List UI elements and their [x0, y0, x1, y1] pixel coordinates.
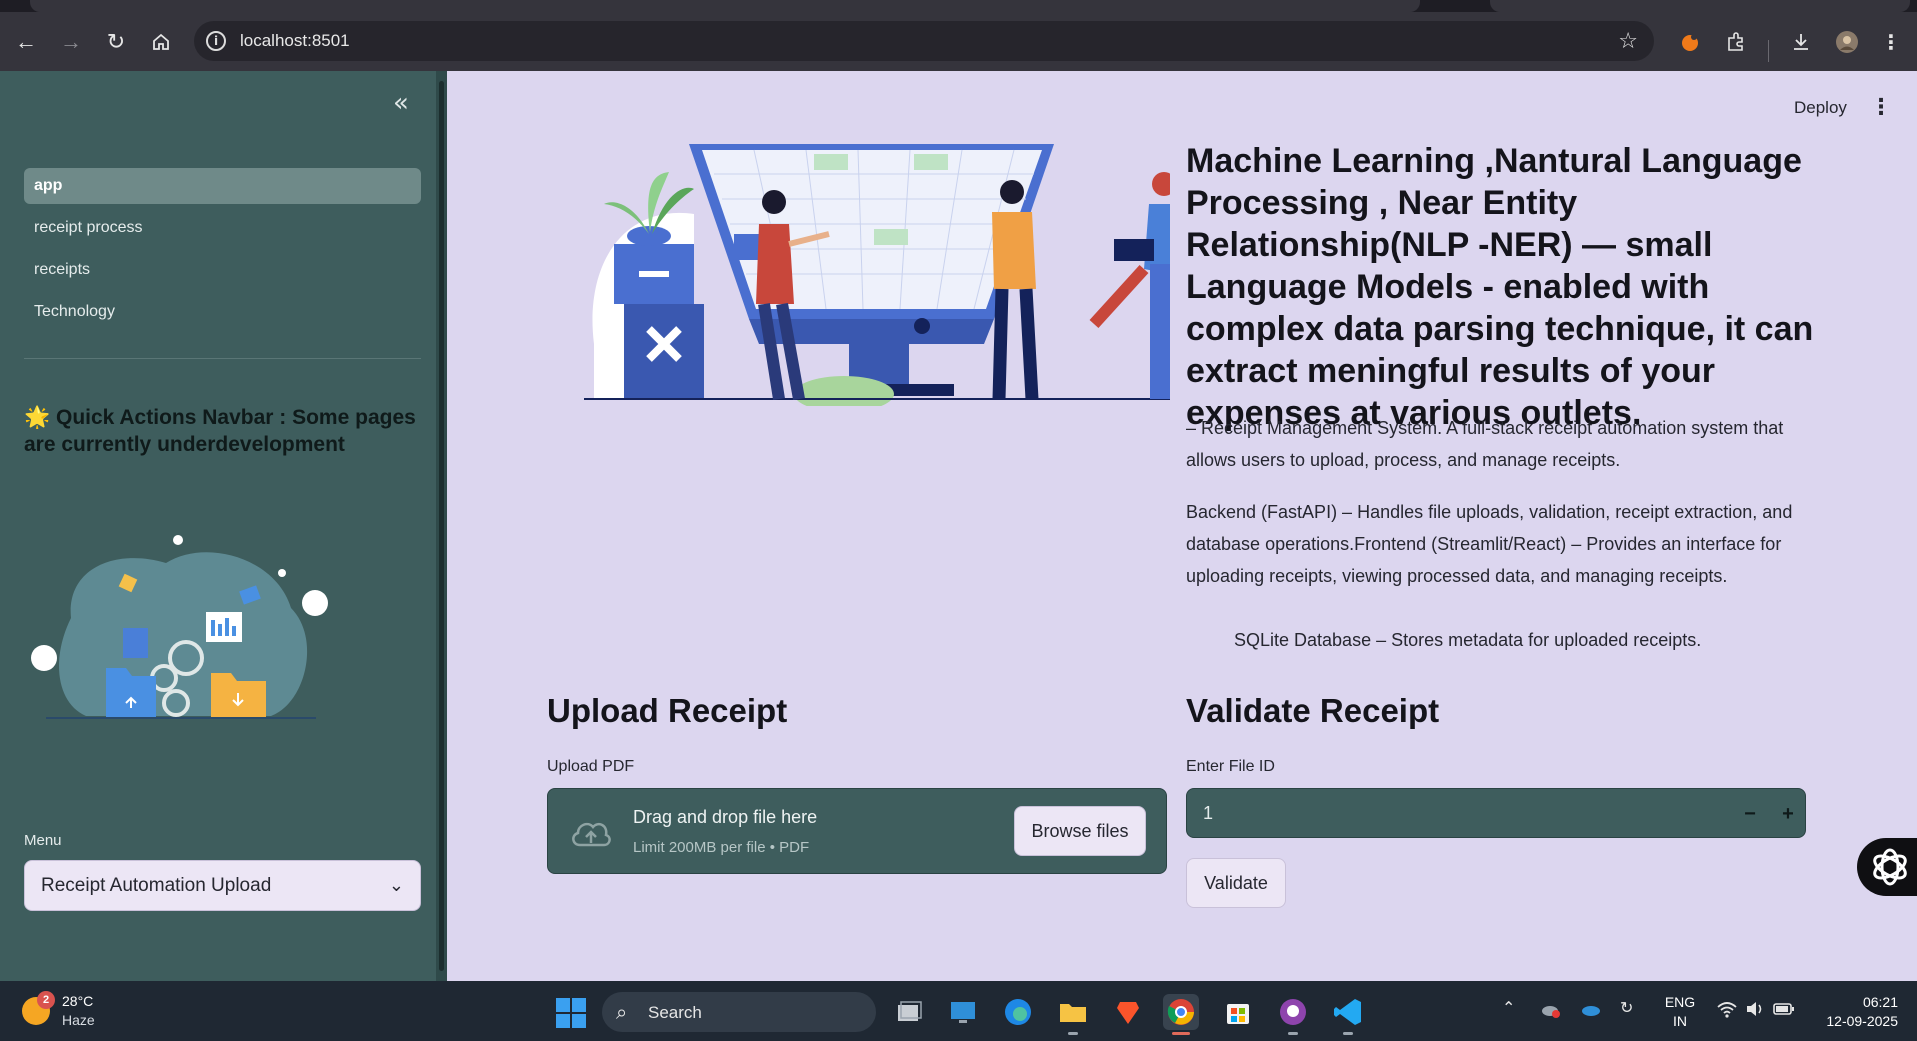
file-id-input[interactable]: 1 − +: [1186, 788, 1806, 838]
sidebar-item-technology[interactable]: Technology: [24, 294, 421, 330]
sidebar-item-app[interactable]: app: [24, 168, 421, 204]
toolbar-divider: [1768, 40, 1769, 62]
sync-icon[interactable]: ↻: [1620, 998, 1633, 1018]
decrement-button[interactable]: −: [1735, 799, 1765, 829]
language-code: ENG: [1664, 994, 1696, 1010]
battery-icon[interactable]: [1772, 998, 1796, 1025]
running-indicator: [1288, 1032, 1298, 1035]
taskbar-search-label: Search: [648, 1003, 702, 1022]
collapse-sidebar-icon[interactable]: «: [388, 90, 414, 118]
profile-avatar[interactable]: [1831, 26, 1863, 58]
onedrive-error-icon[interactable]: [1540, 998, 1562, 1025]
site-info-icon[interactable]: i: [206, 31, 226, 51]
scrollbar-thumb[interactable]: [439, 81, 444, 971]
tab-strip: [0, 0, 1917, 12]
sidebar-item-receipts[interactable]: receipts: [24, 252, 421, 288]
sidebar-heading: 🌟 Quick Actions Navbar : Some pages are …: [24, 406, 416, 456]
dropzone-limit: Limit 200MB per file • PDF: [633, 839, 810, 856]
windows-start-icon[interactable]: [556, 998, 586, 1028]
show-hidden-icons-chevron-icon[interactable]: ⌃: [1502, 998, 1515, 1018]
edge-browser-icon[interactable]: [1000, 994, 1036, 1030]
browser-tab[interactable]: [30, 0, 1420, 12]
app-menu-icon[interactable]: ⋮: [1870, 94, 1892, 120]
menu-label: Menu: [24, 832, 62, 849]
validate-receipt-title: Validate Receipt: [1186, 692, 1440, 729]
menu-select-value: Receipt Automation Upload: [41, 874, 272, 896]
brave-extension-icon[interactable]: [1674, 26, 1706, 58]
running-indicator: [1068, 1032, 1078, 1035]
brave-browser-icon[interactable]: [1110, 994, 1146, 1030]
team-dashboard-illustration: [584, 144, 1170, 406]
browser-menu-icon[interactable]: ⋮: [1875, 26, 1907, 58]
sidebar-item-receipt-process[interactable]: receipt process: [24, 210, 421, 246]
weather-temperature: 28°C: [62, 993, 94, 1009]
description-paragraph-2: Backend (FastAPI) – Handles file uploads…: [1186, 502, 1793, 586]
back-icon[interactable]: ←: [10, 26, 42, 58]
browser-toolbar: ← → ↻ i localhost:8501 ☆ ⋮: [0, 12, 1917, 71]
microsoft-store-icon[interactable]: [1220, 994, 1256, 1030]
desktop-app-icon[interactable]: [945, 994, 981, 1030]
running-indicator: [1343, 1032, 1353, 1035]
address-url[interactable]: localhost:8501: [240, 31, 350, 51]
bookmark-star-icon[interactable]: ☆: [1618, 28, 1638, 54]
upload-pdf-label: Upload PDF: [547, 758, 635, 775]
system-clock[interactable]: 06:21 12-09-2025: [1808, 993, 1898, 1031]
increment-button[interactable]: +: [1773, 799, 1803, 829]
language-indicator[interactable]: ENG IN: [1660, 993, 1700, 1031]
file-id-value[interactable]: 1: [1203, 803, 1213, 824]
clock-time: 06:21: [1862, 994, 1898, 1010]
vscode-icon[interactable]: [1330, 994, 1366, 1035]
file-explorer-icon[interactable]: [1055, 994, 1091, 1035]
forward-icon[interactable]: →: [55, 26, 87, 58]
sidebar-scrollbar[interactable]: [436, 71, 447, 981]
volume-icon[interactable]: [1744, 998, 1766, 1025]
cloud-upload-icon: [572, 822, 611, 847]
chatgpt-floating-button[interactable]: [1857, 838, 1917, 896]
upload-receipt-title: Upload Receipt: [547, 692, 788, 729]
download-icon[interactable]: [1785, 26, 1817, 58]
sidebar-divider: [24, 358, 421, 359]
region-code: IN: [1673, 1013, 1687, 1029]
notification-badge: 2: [37, 991, 55, 1009]
reload-icon[interactable]: ↻: [100, 26, 132, 58]
taskbar-search[interactable]: ⌕ Search: [602, 992, 876, 1032]
weather-widget[interactable]: 2 28°C Haze: [22, 991, 142, 1031]
browse-files-button[interactable]: Browse files: [1014, 806, 1146, 856]
github-desktop-icon[interactable]: [1275, 994, 1311, 1035]
dropzone-title: Drag and drop file here: [633, 807, 818, 827]
deploy-button[interactable]: Deploy: [1794, 98, 1847, 118]
extensions-puzzle-icon[interactable]: [1720, 26, 1752, 58]
weather-condition: Haze: [62, 1012, 95, 1028]
browser-tab-2[interactable]: [1490, 0, 1910, 12]
description-paragraph-3: SQLite Database – Stores metadata for up…: [1234, 630, 1702, 650]
active-indicator: [1172, 1032, 1190, 1035]
address-bar[interactable]: i localhost:8501 ☆: [194, 21, 1654, 61]
menu-select[interactable]: Receipt Automation Upload ⌄: [24, 860, 421, 911]
sidebar-nav: app receipt process receipts Technology: [24, 168, 421, 336]
wifi-icon[interactable]: [1716, 998, 1738, 1025]
chevron-down-icon: ⌄: [388, 875, 404, 896]
folders-gears-illustration: [31, 535, 328, 719]
clock-date: 12-09-2025: [1826, 1013, 1898, 1029]
search-icon: ⌕: [616, 1000, 628, 1024]
validate-button[interactable]: Validate: [1186, 858, 1286, 908]
onedrive-cloud-icon[interactable]: [1580, 998, 1602, 1025]
file-id-label: Enter File ID: [1186, 758, 1275, 775]
chrome-browser-icon[interactable]: [1163, 994, 1199, 1035]
hero-title: Machine Learning ,Nantural Language Proc…: [1186, 142, 1814, 432]
description-paragraph-1: – Receipt Management System. A full-stac…: [1186, 418, 1784, 470]
openai-logo-icon: [1873, 848, 1907, 886]
task-view-icon[interactable]: [890, 994, 926, 1030]
home-icon[interactable]: [145, 26, 177, 58]
